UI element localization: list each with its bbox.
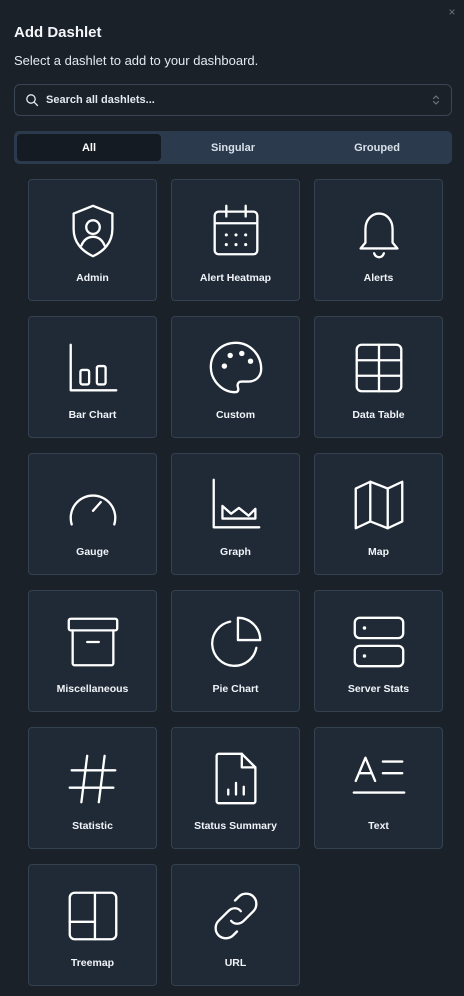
dashlet-label: Data Table [352, 409, 405, 421]
dashlet-card-admin[interactable]: Admin [28, 179, 157, 301]
dashlet-label: Graph [220, 546, 251, 558]
dashlet-card-map[interactable]: Map [314, 453, 443, 575]
table-icon [355, 343, 402, 393]
dashlet-label: Statistic [72, 820, 113, 832]
file-chart-icon [214, 752, 257, 805]
bar-chart-icon [69, 343, 117, 392]
dashlet-label: Miscellaneous [56, 683, 129, 695]
dashlet-label: Custom [215, 409, 256, 421]
search-input[interactable] [46, 94, 431, 106]
dashlet-card-status-summary[interactable]: Status Summary [171, 727, 300, 849]
link-icon [213, 892, 258, 940]
dashlet-card-treemap[interactable]: Treemap [28, 864, 157, 986]
treemap-icon [68, 891, 117, 941]
dashlet-card-text[interactable]: Text [314, 727, 443, 849]
dashlet-grid: Admin Alert Heatmap Alerts Bar Chart Cus… [28, 179, 443, 986]
dashlet-label: Text [368, 820, 389, 832]
archive-box-icon [67, 617, 118, 667]
gauge-icon [69, 494, 116, 526]
chevron-up-down-icon[interactable] [431, 93, 441, 107]
admin-icon [71, 204, 114, 258]
search-field[interactable] [14, 84, 452, 116]
close-icon[interactable]: × [446, 6, 458, 18]
pie-chart-icon [210, 616, 261, 667]
dashlet-label: Map [368, 546, 389, 558]
dashlet-label: Status Summary [194, 820, 277, 832]
dashlet-label: Gauge [76, 546, 109, 558]
dashlet-card-alerts[interactable]: Alerts [314, 179, 443, 301]
dashlet-card-miscellaneous[interactable]: Miscellaneous [28, 590, 157, 712]
dashlet-card-graph[interactable]: Graph [171, 453, 300, 575]
calendar-icon [213, 204, 258, 256]
dashlet-card-url[interactable]: URL [171, 864, 300, 986]
graph-icon [212, 478, 260, 529]
add-dashlet-panel: × Add Dashlet Select a dashlet to add to… [0, 0, 464, 996]
dashlet-label: Alerts [363, 272, 394, 284]
dashlet-card-server-stats[interactable]: Server Stats [314, 590, 443, 712]
dashlet-filter-tabs: All Singular Grouped [14, 131, 452, 164]
dashlet-card-data-table[interactable]: Data Table [314, 316, 443, 438]
dashlet-label: Bar Chart [68, 409, 117, 421]
palette-icon [209, 341, 262, 394]
tab-grouped[interactable]: Grouped [305, 134, 449, 161]
dashlet-card-alert-heatmap[interactable]: Alert Heatmap [171, 179, 300, 301]
hash-icon [68, 754, 116, 804]
dashlet-label: Alert Heatmap [199, 272, 272, 284]
dialog-subtitle: Select a dashlet to add to your dashboar… [14, 53, 259, 68]
bell-icon [358, 212, 399, 259]
dashlet-label: Pie Chart [212, 683, 259, 695]
dashlet-label: Treemap [70, 957, 115, 969]
dashlet-card-custom[interactable]: Custom [171, 316, 300, 438]
tab-all[interactable]: All [17, 134, 161, 161]
server-icon [353, 616, 404, 668]
map-icon [354, 480, 403, 530]
dashlet-label: Server Stats [347, 683, 410, 695]
dashlet-card-bar-chart[interactable]: Bar Chart [28, 316, 157, 438]
dashlet-card-gauge[interactable]: Gauge [28, 453, 157, 575]
tab-singular[interactable]: Singular [161, 134, 305, 161]
dashlet-label: URL [224, 957, 247, 969]
search-icon [25, 93, 39, 107]
dashlet-label: Admin [76, 272, 109, 284]
dashlet-card-statistic[interactable]: Statistic [28, 727, 157, 849]
dashlet-card-pie-chart[interactable]: Pie Chart [171, 590, 300, 712]
text-icon [352, 756, 405, 794]
dialog-title: Add Dashlet [14, 24, 102, 41]
